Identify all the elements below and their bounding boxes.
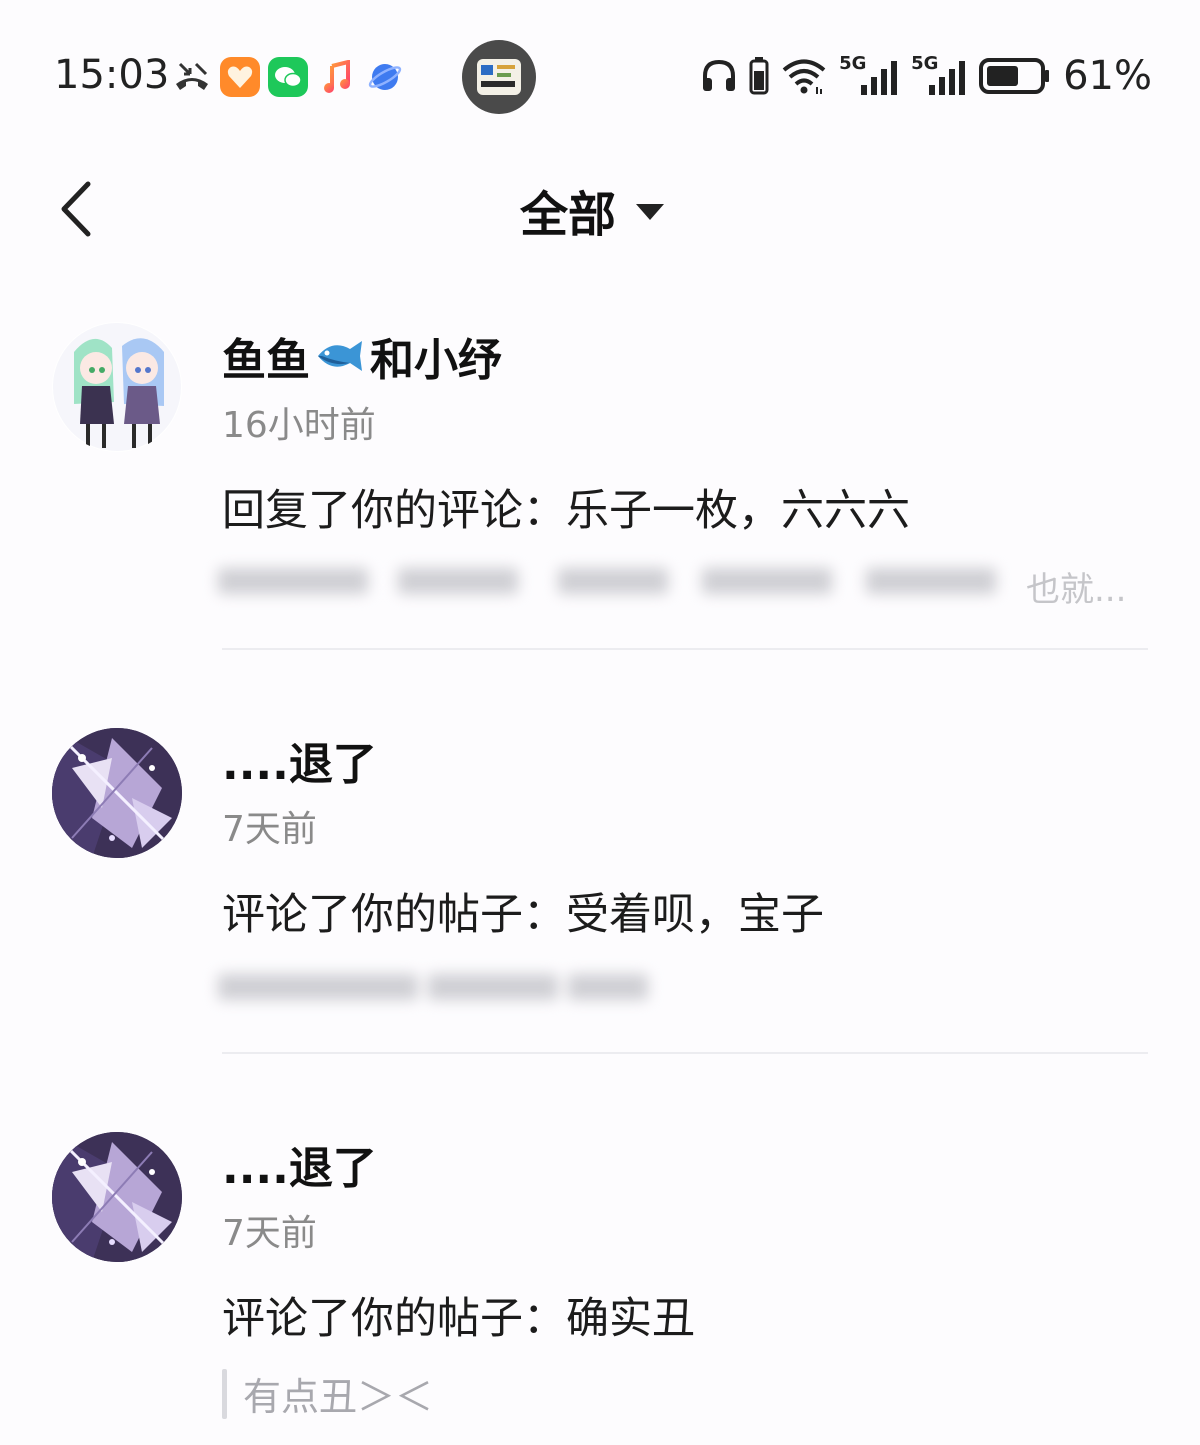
quote-bar [222, 1368, 227, 1419]
divider [222, 648, 1148, 650]
quote-text: 有点丑＞＜ [243, 1375, 434, 1419]
user-name-part: 鱼鱼 [222, 335, 310, 386]
avatar-image [52, 728, 182, 858]
missed-call-icon [176, 62, 208, 90]
top-bar: 全部 [0, 150, 1200, 270]
blurred-quote [218, 554, 1018, 610]
battery-icon [979, 58, 1050, 94]
notification-text: 评论了你的帖子：确实丑 [222, 1294, 695, 1344]
battery-percent: 61% [1063, 53, 1152, 99]
page-title: 全部 [520, 187, 617, 243]
status-right-group: 5G 5G 61% [701, 53, 1152, 99]
fish-emoji-icon [318, 341, 362, 371]
notification-item[interactable]: 鱼鱼 和小纾 16小时前 回复了你的评论：乐子一枚，六六六 也就... [0, 300, 1200, 660]
battery-small-icon [749, 57, 769, 95]
user-name[interactable]: 鱼鱼 和小纾 [222, 324, 502, 388]
avatar-image [53, 323, 181, 451]
browser-icon [368, 64, 402, 90]
signal-group-b: 5G [911, 53, 967, 97]
divider [222, 1052, 1148, 1054]
wechat-icon [268, 57, 308, 97]
user-name[interactable]: ....退了 [222, 728, 377, 792]
headphones-icon [703, 59, 736, 91]
blurred-quote [218, 960, 668, 1016]
signal-icon [929, 61, 966, 95]
status-bar: 15:03 5G 5G 61% [0, 0, 1200, 150]
music-icon [324, 60, 350, 93]
timestamp: 7天前 [222, 1213, 317, 1254]
user-name[interactable]: ....退了 [222, 1132, 377, 1196]
wifi-icon [782, 59, 826, 94]
filter-dropdown[interactable]: 全部 [520, 180, 665, 243]
notification-text: 回复了你的评论：乐子一枚，六六六 [222, 486, 910, 536]
notification-text: 评论了你的帖子：受着呗，宝子 [222, 890, 824, 940]
avatar[interactable] [52, 1132, 182, 1262]
avatar[interactable] [52, 728, 182, 858]
timestamp: 7天前 [222, 809, 317, 850]
user-name-part: 和小纾 [370, 335, 502, 386]
signal-group-a: 5G [839, 53, 899, 97]
avatar-image [52, 1132, 182, 1262]
quoted-post[interactable]: 有点丑＞＜ [222, 1366, 433, 1421]
status-time: 15:03 [54, 52, 170, 98]
avatar[interactable] [52, 322, 182, 452]
back-arrow-icon[interactable] [52, 178, 108, 240]
floating-window-icon[interactable] [462, 40, 536, 114]
signal-icon [861, 61, 898, 95]
notification-item[interactable]: ....退了 7天前 评论了你的帖子：受着呗，宝子 [0, 704, 1200, 1064]
quote-fragment: 也就... [1026, 570, 1127, 610]
notification-item[interactable]: ....退了 7天前 评论了你的帖子：确实丑 有点丑＞＜ [0, 1108, 1200, 1445]
orange-app-icon [220, 57, 260, 97]
caret-down-icon [636, 204, 665, 220]
heart-icon [227, 66, 253, 88]
timestamp: 16小时前 [222, 405, 376, 446]
